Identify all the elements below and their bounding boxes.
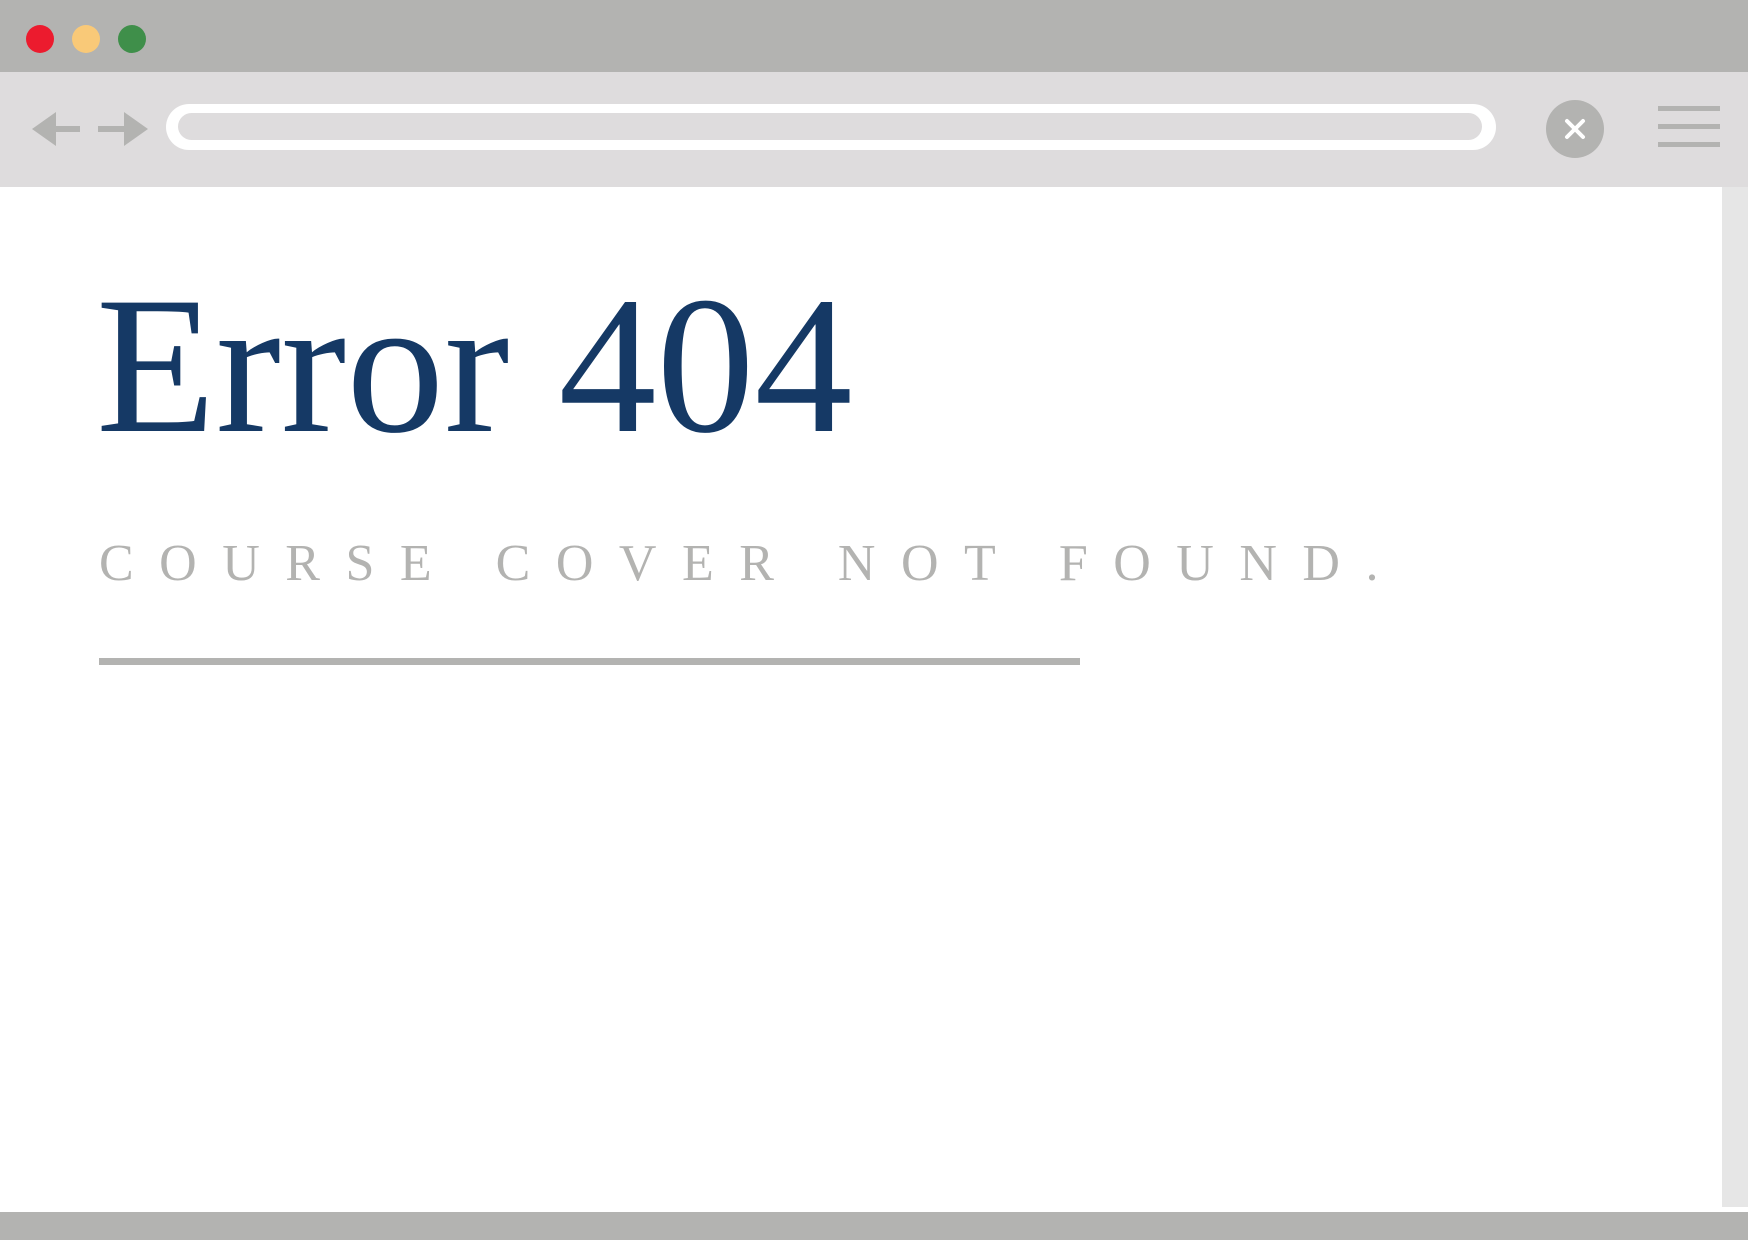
arrow-left-icon [32, 112, 80, 146]
browser-toolbar [0, 72, 1748, 187]
divider [99, 658, 1080, 665]
browser-window: Error 404 COURSE COVER NOT FOUND. [0, 0, 1748, 1240]
window-minimize-button[interactable] [72, 25, 100, 53]
error-message: COURSE COVER NOT FOUND. [99, 535, 1404, 592]
page-title: Error 404 [96, 257, 853, 474]
back-button[interactable] [30, 110, 84, 148]
url-input[interactable] [178, 113, 1482, 140]
status-bar [0, 1212, 1748, 1240]
window-close-button[interactable] [26, 25, 54, 53]
menu-line [1658, 124, 1720, 129]
stop-button[interactable] [1546, 100, 1604, 158]
menu-button[interactable] [1658, 106, 1720, 150]
arrow-right-icon [98, 112, 148, 146]
address-bar [166, 104, 1496, 150]
forward-button[interactable] [96, 110, 150, 148]
title-bar [0, 0, 1748, 72]
scrollbar[interactable] [1722, 187, 1748, 1207]
menu-line [1658, 106, 1720, 111]
close-icon [1565, 119, 1585, 139]
menu-line [1658, 142, 1720, 147]
window-maximize-button[interactable] [118, 25, 146, 53]
